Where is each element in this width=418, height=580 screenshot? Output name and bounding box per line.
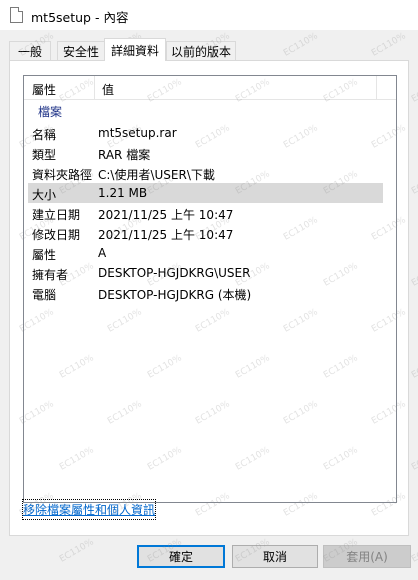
cancel-button[interactable]: 取消 xyxy=(232,545,318,568)
property-value: 1.21 MB xyxy=(98,186,148,200)
property-key: 擁有者 xyxy=(32,268,69,282)
property-value: mt5setup.rar xyxy=(98,126,177,140)
property-value: DESKTOP-HGJDKRG (本機) xyxy=(98,288,252,302)
watermark-mark: EC110% xyxy=(410,77,418,105)
column-divider[interactable] xyxy=(376,76,377,100)
property-row[interactable]: 擁有者 DESKTOP-HGJDKRG\USER xyxy=(28,263,383,283)
property-key: 修改日期 xyxy=(32,228,81,242)
watermark-mark: EC110% xyxy=(410,261,418,289)
tab-security[interactable]: 安全性 xyxy=(57,41,105,61)
file-icon xyxy=(10,7,23,23)
property-key: 電腦 xyxy=(32,288,57,302)
watermark-mark: EC110% xyxy=(58,537,96,565)
property-value: A xyxy=(98,246,107,260)
property-key: 名稱 xyxy=(32,128,57,142)
property-row[interactable]: 修改日期 2021/11/25 上午 10:47 xyxy=(28,223,383,243)
property-value: RAR 檔案 xyxy=(98,148,151,162)
watermark-mark: EC110% xyxy=(410,445,418,473)
property-row[interactable]: 類型 RAR 檔案 xyxy=(28,143,383,163)
property-row[interactable]: 資料夾路徑 C:\使用者\USER\下載 xyxy=(28,163,383,183)
title-bar: mt5setup - 內容 xyxy=(0,0,418,30)
property-key: 類型 xyxy=(32,148,57,162)
property-key: 建立日期 xyxy=(32,208,81,222)
property-value: DESKTOP-HGJDKRG\USER xyxy=(98,266,251,280)
property-key: 屬性 xyxy=(32,248,57,262)
details-panel: 屬性 值 檔案 名稱 mt5setup.rar 類型 RAR 檔案 資料夾路徑 … xyxy=(9,60,409,536)
property-row-selected[interactable]: 大小 1.21 MB xyxy=(28,183,383,203)
properties-list[interactable]: 屬性 值 檔案 名稱 mt5setup.rar 類型 RAR 檔案 資料夾路徑 … xyxy=(23,75,397,503)
apply-button[interactable]: 套用(A) xyxy=(323,545,411,568)
watermark-mark: EC110% xyxy=(410,353,418,381)
tab-strip: 一般 安全性 詳細資料 以前的版本 xyxy=(0,38,418,61)
column-header-property[interactable]: 屬性 xyxy=(32,81,56,98)
property-value: 2021/11/25 上午 10:47 xyxy=(98,208,234,222)
property-row[interactable]: 屬性 A xyxy=(28,243,383,263)
watermark-mark: EC110% xyxy=(410,169,418,197)
property-key: 大小 xyxy=(32,188,57,202)
property-row[interactable]: 建立日期 2021/11/25 上午 10:47 xyxy=(28,203,383,223)
property-value: 2021/11/25 上午 10:47 xyxy=(98,228,234,242)
tab-previous-versions[interactable]: 以前的版本 xyxy=(166,41,236,61)
column-divider[interactable] xyxy=(94,76,95,100)
watermark-mark: EC110% xyxy=(410,537,418,565)
property-row[interactable]: 名稱 mt5setup.rar xyxy=(28,123,383,143)
property-row[interactable]: 電腦 DESKTOP-HGJDKRG (本機) xyxy=(28,283,383,303)
column-header: 屬性 值 xyxy=(24,76,396,100)
column-header-value[interactable]: 值 xyxy=(102,81,114,98)
property-key: 資料夾路徑 xyxy=(32,168,93,182)
tab-general[interactable]: 一般 xyxy=(9,41,51,61)
ok-button[interactable]: 確定 xyxy=(137,545,225,568)
property-value: C:\使用者\USER\下載 xyxy=(98,168,215,182)
tab-details[interactable]: 詳細資料 xyxy=(104,38,166,61)
remove-properties-link[interactable]: 移除檔案屬性和個人資訊 xyxy=(21,499,157,520)
group-label-file: 檔案 xyxy=(38,105,63,119)
window-title: mt5setup - 內容 xyxy=(31,10,129,25)
